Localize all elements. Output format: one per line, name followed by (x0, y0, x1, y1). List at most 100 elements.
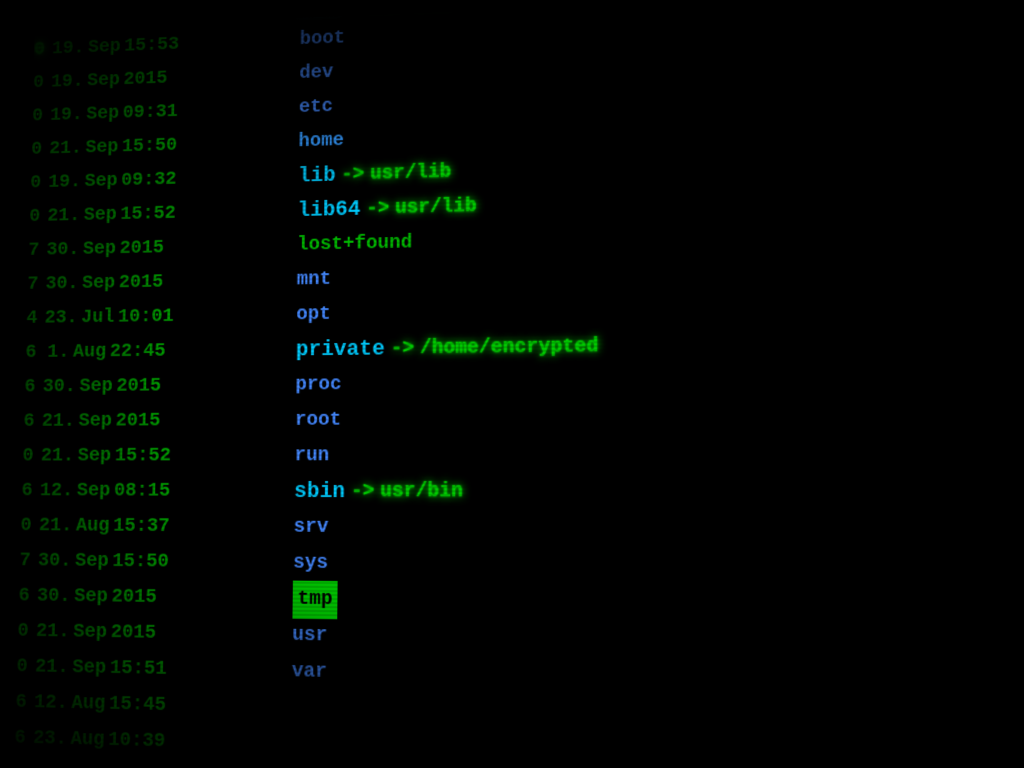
line-19: 300 21. Sep 15:51 (14, 649, 302, 691)
dir-name-lib: lib (298, 159, 336, 194)
time: 2015 (111, 580, 187, 617)
time: 09:32 (121, 162, 195, 198)
time: 15:52 (114, 439, 190, 474)
dir-line-sbin: sbin -> usr/bin (294, 474, 1024, 513)
dir-line-srv: srv (293, 510, 1024, 551)
month: Sep (83, 198, 120, 233)
month: Sep (75, 544, 113, 580)
day: 1. (43, 336, 73, 371)
line-9: 84 23. Jul 10:01 (14, 298, 306, 337)
arrow-lib: -> (335, 158, 370, 193)
month: Sep (87, 64, 124, 99)
size: 0 (14, 439, 41, 474)
arrow-lib64: -> (360, 192, 395, 228)
day (53, 16, 82, 17)
month: Aug (71, 686, 109, 723)
day: 23. (44, 301, 81, 336)
dir-name-boot: boot (300, 22, 346, 58)
size: 560 (14, 509, 40, 544)
size: 16 (14, 405, 42, 440)
time: 10:39 (108, 723, 185, 761)
arrow-bin: -> (337, 0, 371, 22)
month: Sep (88, 30, 125, 65)
time: 10:01 (118, 300, 193, 336)
time (118, 11, 191, 14)
dir-name-tmp: tmp (292, 581, 337, 620)
time: 15:37 (113, 509, 189, 545)
terminal-content: 0 19. Sep 15:53 0 19. Sep 2015 0 19. Sep… (14, 0, 1024, 768)
month: Sep (83, 232, 121, 267)
target-lib64: usr/lib (395, 190, 477, 227)
size: 0 (14, 33, 53, 68)
time: 2015 (110, 615, 186, 652)
line-10: 96 1. Aug 22:45 (14, 333, 306, 371)
day: 19. (48, 165, 85, 200)
size: 4096 (14, 474, 41, 509)
line-7: 7 30. Sep 2015 (14, 228, 307, 268)
size: 4096 (14, 684, 35, 721)
day: 21. (41, 404, 79, 439)
size: 0 (14, 200, 48, 235)
month: Sep (77, 439, 115, 474)
size: 84 (14, 302, 45, 337)
size: 4096 (14, 578, 38, 614)
day: 19. (50, 98, 87, 133)
target-lib: usr/lib (370, 155, 451, 192)
month: Sep (72, 650, 110, 686)
time: 15:50 (122, 128, 196, 164)
day: 19. (52, 32, 89, 67)
dir-name-bin: bin (300, 0, 338, 23)
line-16: 7 30. Sep 15:50 (14, 543, 303, 581)
dir-name-dev: dev (299, 56, 333, 91)
size: 7 (14, 543, 39, 579)
right-column: bin -> usr/bin boot dev etc home lib (292, 0, 1024, 706)
day: 30. (42, 370, 80, 405)
size: 7 (14, 268, 46, 303)
size: 0 (14, 166, 49, 201)
line-13: 0 21. Sep 15:52 (14, 439, 304, 475)
time: 2015 (116, 369, 191, 404)
day: 12. (39, 474, 77, 509)
day: 30. (46, 233, 83, 268)
time: 09:31 (122, 95, 196, 131)
size: 96 (14, 370, 43, 405)
time: 15:53 (124, 27, 198, 63)
day: 21. (38, 509, 76, 544)
time: 22:45 (109, 334, 184, 369)
dir-line-run: run (294, 437, 1024, 475)
month: Sep (73, 615, 111, 651)
size: 300 (14, 649, 36, 685)
dir-name-sbin: sbin (294, 474, 345, 510)
month: Jul (81, 301, 119, 336)
day: 21. (49, 132, 86, 167)
dir-name-lib64: lib64 (297, 192, 360, 228)
terminal-window: 0 19. Sep 15:53 0 19. Sep 2015 0 19. Sep… (14, 0, 1024, 768)
day: 21. (36, 614, 74, 650)
dir-name-srv: srv (293, 510, 328, 546)
month: Sep (79, 370, 117, 405)
size (14, 17, 53, 19)
line-12: 16 21. Sep 2015 (14, 403, 305, 439)
target-private: /home/encrypted (420, 329, 599, 367)
day: 30. (45, 267, 82, 302)
day: 23. (33, 721, 71, 758)
day: 30. (38, 544, 76, 580)
dir-name-mnt: mnt (297, 263, 332, 298)
arrow-private: -> (385, 331, 420, 367)
dir-name-sys: sys (293, 546, 328, 582)
month: Sep (82, 266, 120, 301)
size: 96 (14, 336, 44, 371)
day: 21. (35, 650, 73, 686)
size: 0 (14, 614, 37, 650)
time: 2015 (123, 61, 197, 97)
time: 15:51 (110, 651, 187, 688)
day: 30. (37, 579, 75, 615)
size: 0 (14, 66, 52, 101)
time: 08:15 (114, 474, 190, 509)
day: 12. (34, 685, 72, 722)
dir-name-home: home (298, 124, 344, 160)
size: 7 (14, 234, 47, 269)
time: 10:25 (99, 759, 176, 768)
day: 21. (47, 199, 84, 234)
month: Sep (84, 164, 121, 199)
